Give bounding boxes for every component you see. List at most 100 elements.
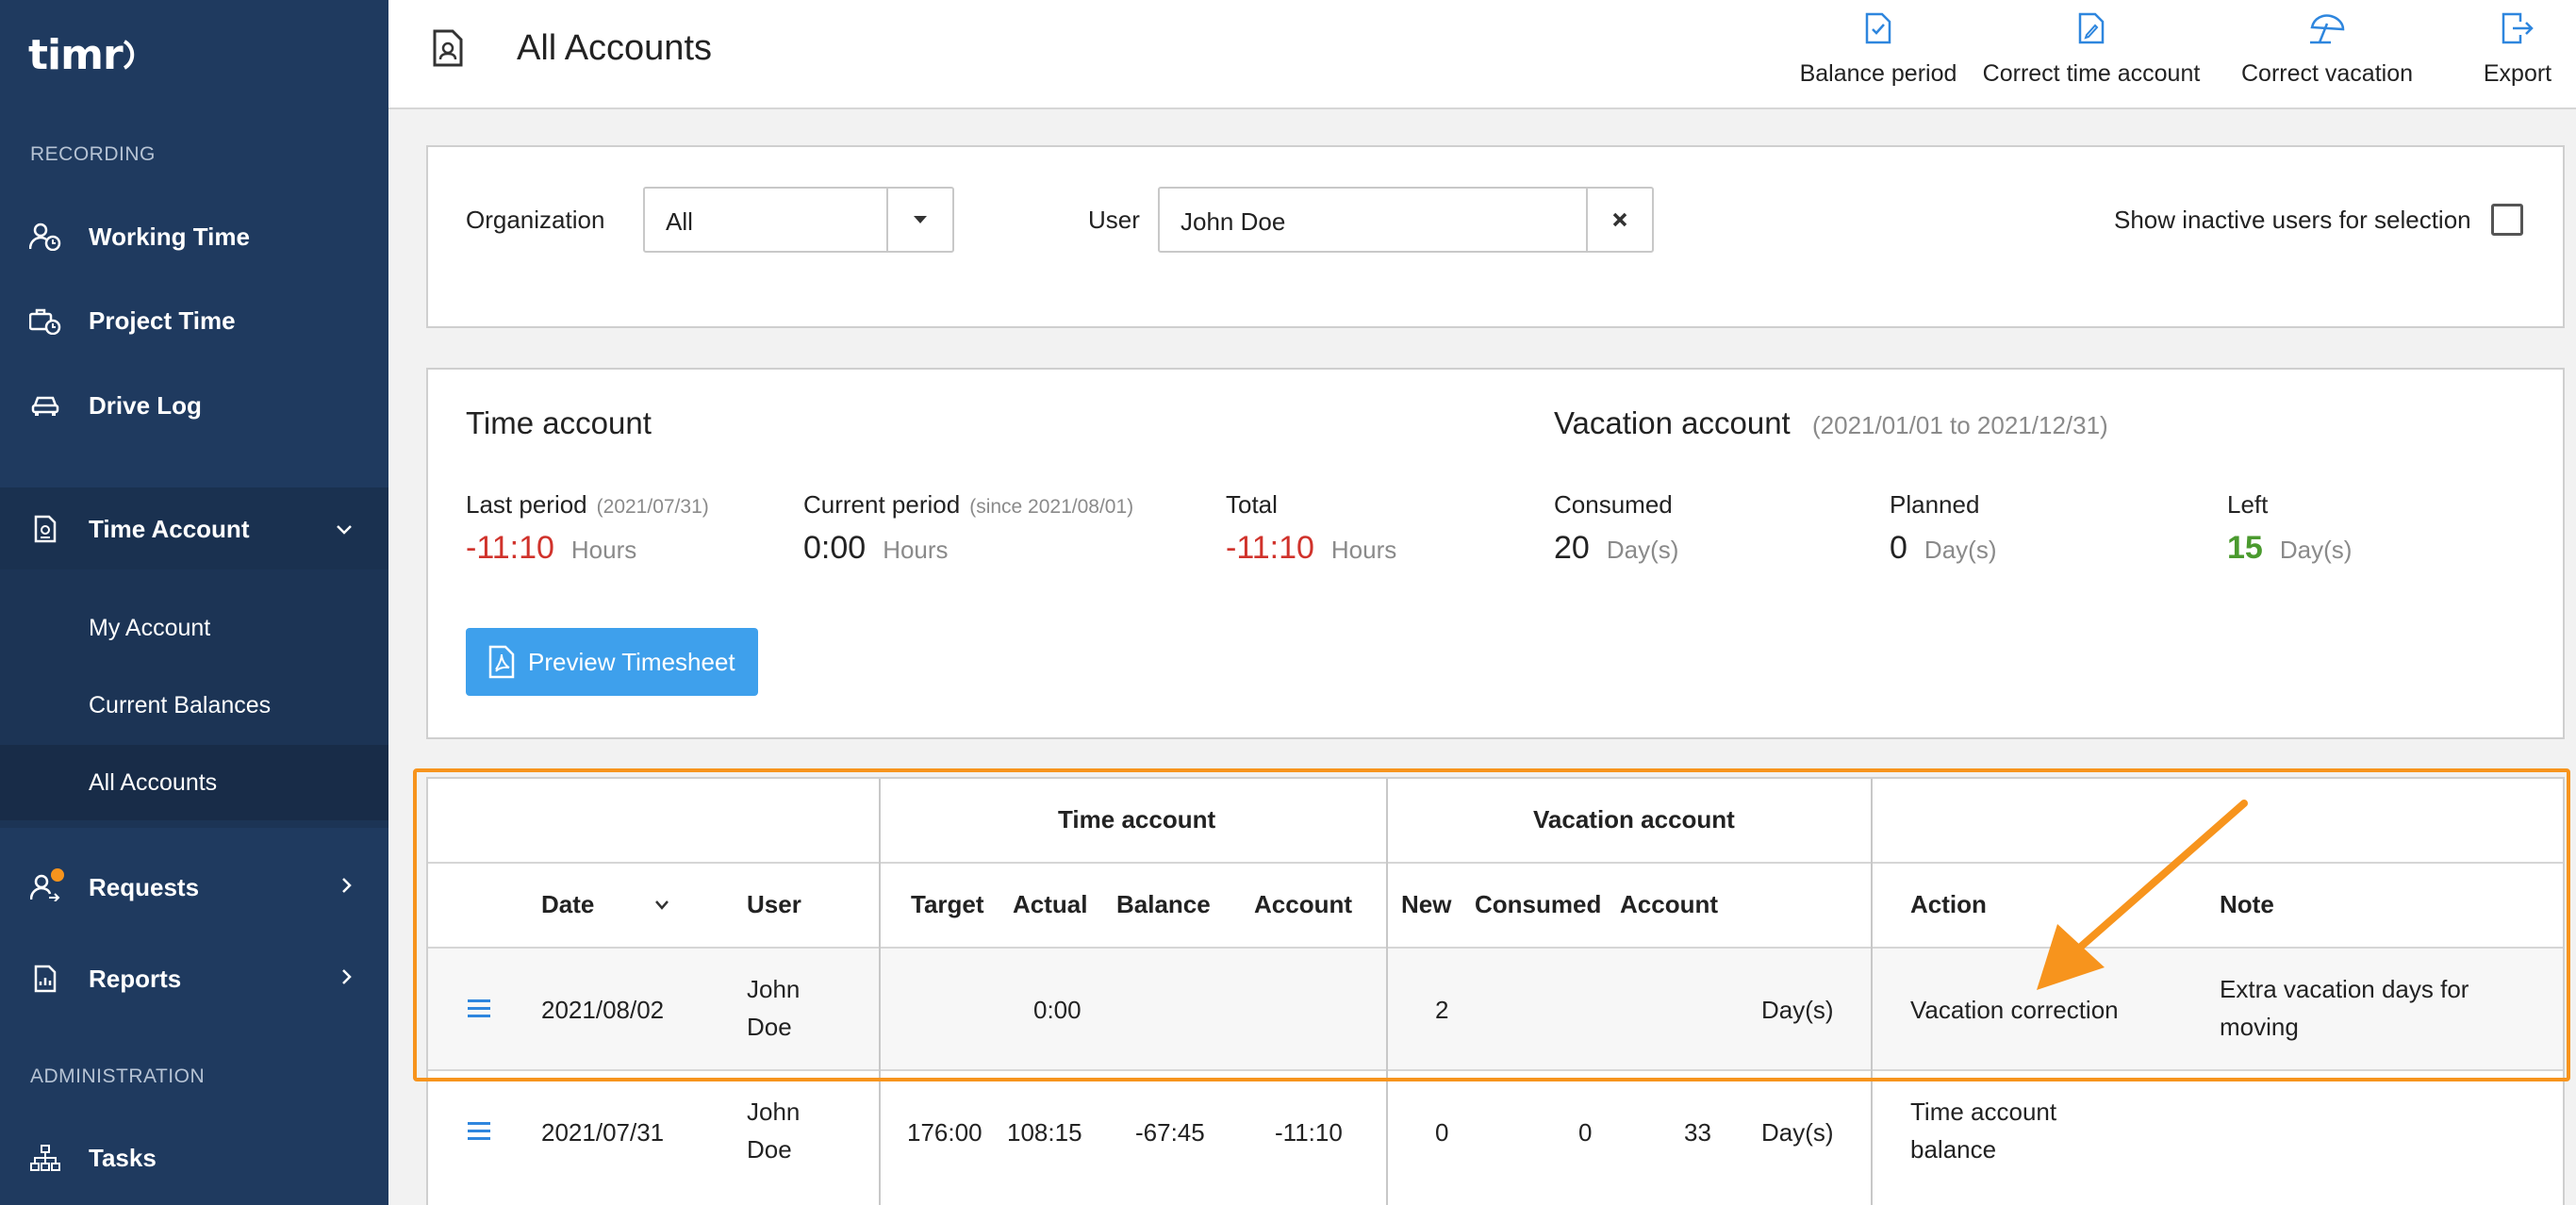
sidebar-item-working-time[interactable]: Working Time bbox=[0, 195, 388, 278]
timr-logo[interactable]: timr bbox=[28, 26, 141, 83]
planned-label: Planned bbox=[1890, 490, 1980, 519]
row-user-last: Doe bbox=[747, 1013, 792, 1041]
col-account: Account bbox=[1254, 890, 1352, 918]
days-unit: Day(s) bbox=[1924, 536, 1997, 564]
user-value: John Doe bbox=[1181, 207, 1286, 236]
user-select[interactable]: John Doe bbox=[1158, 187, 1654, 253]
document-icon bbox=[28, 512, 62, 546]
sidebar-item-label: Requests bbox=[89, 872, 200, 901]
row-menu-icon[interactable] bbox=[468, 999, 490, 1018]
consumed-label: Consumed bbox=[1554, 490, 1673, 519]
sidebar-item-label: Drive Log bbox=[89, 390, 202, 420]
balance-period-button[interactable]: Balance period bbox=[1765, 8, 1991, 102]
col-actual: Actual bbox=[1013, 890, 1088, 918]
export-icon bbox=[2499, 9, 2536, 47]
divider bbox=[1871, 779, 1873, 1205]
doc-edit-icon bbox=[2072, 9, 2110, 47]
organization-label: Organization bbox=[466, 206, 605, 234]
current-period-text: Current period bbox=[803, 490, 961, 519]
col-new: New bbox=[1401, 890, 1452, 918]
sidebar-item-label: Project Time bbox=[89, 305, 236, 335]
sidebar-item-requests[interactable]: Requests bbox=[0, 846, 388, 929]
row-user-first: John bbox=[747, 975, 801, 1003]
row-action: Vacation correction bbox=[1910, 996, 2119, 1024]
section-administration: ADMINISTRATION bbox=[30, 1065, 206, 1087]
col-date[interactable]: Date bbox=[541, 890, 594, 919]
row-action-line1: Time account bbox=[1910, 1098, 2057, 1126]
sidebar-item-drive-log[interactable]: Drive Log bbox=[0, 364, 388, 447]
sidebar-item-label: Reports bbox=[89, 964, 182, 993]
organization-select[interactable]: All bbox=[643, 187, 954, 253]
sidebar-item-project-time[interactable]: Project Time bbox=[0, 279, 388, 362]
row-actual: 0:00 bbox=[1033, 996, 1082, 1024]
left-value: 15 Day(s) bbox=[2227, 530, 2352, 567]
last-period-value: -11:10 Hours bbox=[466, 530, 636, 567]
divider bbox=[428, 1069, 2563, 1071]
pdf-icon bbox=[488, 645, 515, 685]
current-period-date: (since 2021/08/01) bbox=[969, 496, 1134, 518]
sort-chevron-icon[interactable] bbox=[654, 888, 669, 917]
divider bbox=[879, 779, 881, 1205]
hierarchy-icon bbox=[28, 1141, 62, 1175]
sidebar-item-time-account[interactable]: Time Account bbox=[0, 487, 388, 570]
clear-icon[interactable] bbox=[1588, 189, 1652, 251]
section-recording: RECORDING bbox=[30, 143, 156, 165]
planned-number: 0 bbox=[1890, 530, 1907, 566]
row-new: 0 bbox=[1435, 1118, 1449, 1147]
user-request-icon bbox=[28, 868, 64, 904]
report-icon bbox=[28, 962, 62, 996]
action-label: Balance period bbox=[1799, 60, 1957, 87]
row-target: 176:00 bbox=[907, 1118, 983, 1147]
row-menu-icon[interactable] bbox=[468, 1122, 490, 1141]
consumed-number: 20 bbox=[1554, 530, 1590, 566]
logo-clock-icon bbox=[123, 40, 134, 70]
row-consumed: 0 bbox=[1578, 1118, 1593, 1147]
col-balance: Balance bbox=[1116, 890, 1211, 918]
briefcase-clock-icon bbox=[28, 304, 62, 338]
preview-timesheet-button[interactable]: Preview Timesheet bbox=[466, 628, 758, 696]
total-number: -11:10 bbox=[1226, 530, 1314, 566]
left-number: 15 bbox=[2227, 530, 2263, 566]
current-period-number: 0:00 bbox=[803, 530, 867, 566]
row-unit: Day(s) bbox=[1761, 1118, 1834, 1147]
row-date: 2021/08/02 bbox=[541, 996, 665, 1024]
col-action: Action bbox=[1910, 890, 1987, 918]
time-account-title: Time account bbox=[466, 405, 652, 440]
top-header: All Accounts Balance period Correct time… bbox=[388, 0, 2576, 109]
row-actual: 108:15 bbox=[1007, 1118, 1082, 1147]
last-period-label: Last period (2021/07/31) bbox=[466, 490, 709, 520]
export-button[interactable]: Export bbox=[2461, 8, 2574, 102]
doc-check-icon bbox=[1859, 9, 1897, 47]
group-vacation-account: Vacation account bbox=[1533, 805, 1735, 834]
car-icon bbox=[28, 388, 62, 422]
group-time-account: Time account bbox=[1058, 805, 1216, 834]
notification-dot bbox=[51, 868, 64, 882]
inactive-users-label: Show inactive users for selection bbox=[2114, 206, 2471, 234]
left-label: Left bbox=[2227, 490, 2269, 519]
col-consumed: Consumed bbox=[1475, 890, 1602, 918]
correct-vacation-button[interactable]: Correct vacation bbox=[2233, 8, 2421, 102]
divider bbox=[1386, 779, 1388, 1205]
annotation-arrow-icon bbox=[2037, 800, 2248, 990]
hours-unit: Hours bbox=[883, 536, 949, 564]
sidebar-item-reports[interactable]: Reports bbox=[0, 937, 388, 1020]
action-label: Export bbox=[2483, 60, 2552, 87]
correct-time-account-button[interactable]: Correct time account bbox=[1969, 8, 2214, 102]
chevron-right-icon bbox=[341, 875, 353, 900]
row-account: -11:10 bbox=[1275, 1118, 1343, 1147]
user-clock-icon bbox=[28, 220, 62, 254]
sidebar-subitem-current-balances[interactable]: Current Balances bbox=[0, 668, 388, 743]
sidebar-subitem-my-account[interactable]: My Account bbox=[0, 590, 388, 666]
last-period-date: (2021/07/31) bbox=[596, 496, 709, 518]
sidebar-item-tasks[interactable]: Tasks bbox=[0, 1116, 388, 1199]
organization-value: All bbox=[666, 207, 693, 236]
last-period-number: -11:10 bbox=[466, 530, 554, 566]
action-label: Correct vacation bbox=[2240, 60, 2414, 87]
col-user: User bbox=[747, 890, 801, 918]
caret-down-icon[interactable] bbox=[888, 189, 952, 251]
inactive-users-checkbox[interactable] bbox=[2491, 204, 2523, 236]
sidebar-subitem-all-accounts[interactable]: All Accounts bbox=[0, 745, 388, 820]
logo-text: timr bbox=[28, 30, 124, 79]
sidebar: timr RECORDING Working Time Project Time… bbox=[0, 0, 388, 1205]
current-period-label: Current period (since 2021/08/01) bbox=[803, 490, 1133, 520]
